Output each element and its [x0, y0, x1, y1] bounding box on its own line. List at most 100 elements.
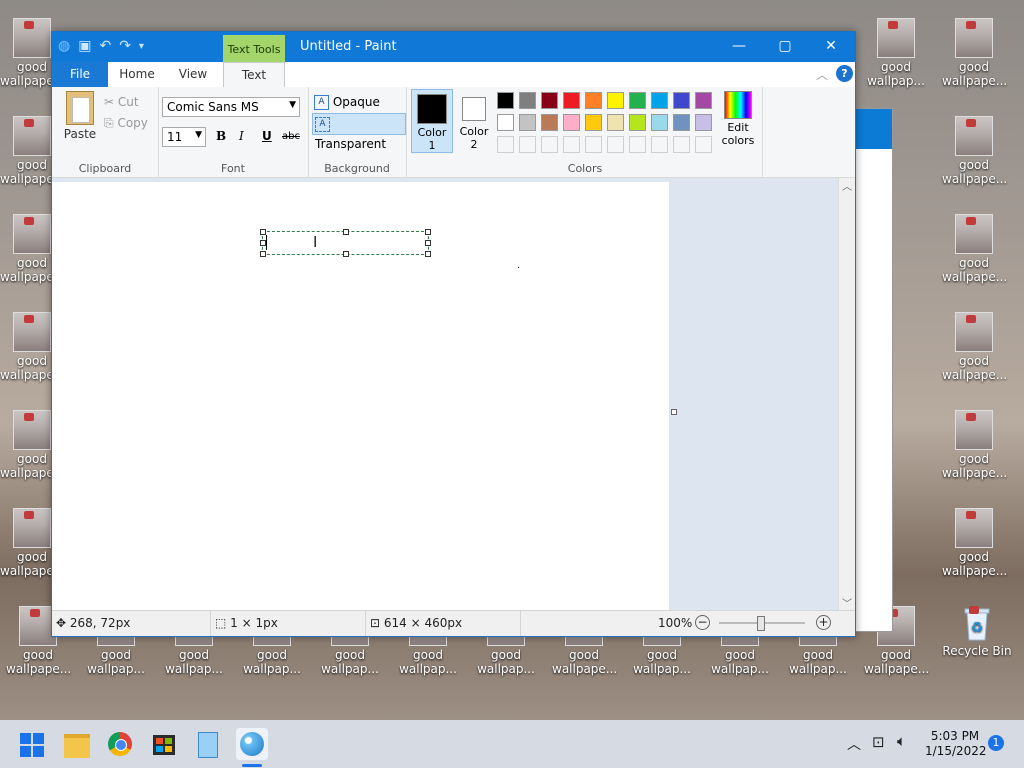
title-bar[interactable]: ◍ ▣ ↶ ↷ ▾ Text Tools Untitled - Paint — …	[52, 32, 855, 63]
help-icon[interactable]: ?	[836, 65, 853, 82]
paint-app-icon[interactable]: ◍	[58, 38, 70, 54]
transparent-option[interactable]: A Transparent	[312, 113, 406, 151]
maximize-button[interactable]: ▢	[762, 32, 808, 62]
color-swatch[interactable]	[607, 114, 624, 131]
color-swatch[interactable]	[651, 114, 668, 131]
canvas-resize-handle[interactable]	[671, 409, 677, 415]
color-swatch[interactable]	[629, 114, 646, 131]
italic-button[interactable]: I	[239, 129, 244, 143]
color-swatch[interactable]	[695, 114, 712, 131]
chrome-taskbar-icon[interactable]	[104, 728, 136, 760]
clipboard-group: Paste ✂ Cut ⎘ Copy Clipboard	[52, 87, 159, 177]
zoom-out-button[interactable]: −	[695, 615, 710, 630]
color-swatch[interactable]	[541, 92, 558, 109]
desktop-icon-wallpaper[interactable]: good wallpape...	[942, 108, 1007, 194]
text-tools-context-label: Text Tools	[223, 35, 285, 63]
font-family-select[interactable]: Comic Sans MS ▼	[162, 97, 300, 117]
custom-color-slot[interactable]	[629, 136, 646, 153]
tab-view[interactable]: View	[166, 62, 220, 87]
transparent-icon: A	[315, 117, 330, 132]
minimize-button[interactable]: —	[716, 32, 762, 62]
edit-colors-button[interactable]: Edit colors	[716, 91, 760, 147]
copy-button[interactable]: ⎘ Copy	[104, 116, 148, 131]
color-swatch[interactable]	[629, 92, 646, 109]
chevron-up-icon[interactable]: ︿	[847, 734, 861, 754]
store-bag-icon	[153, 735, 175, 755]
scroll-down-icon[interactable]: ﹀	[839, 595, 855, 610]
bold-button[interactable]: B	[216, 129, 226, 143]
image-icon	[13, 18, 51, 58]
background-window[interactable]	[855, 108, 893, 632]
color2-button[interactable]: Color 2	[454, 89, 494, 151]
color-swatch[interactable]	[497, 114, 514, 131]
network-icon[interactable]: ⊡	[872, 733, 885, 751]
font-size-select[interactable]: 11 ▼	[162, 127, 206, 147]
desktop-icon-wallpaper[interactable]: good wallpap...	[864, 10, 928, 96]
clipboard-icon	[66, 91, 94, 125]
color-swatch[interactable]	[673, 114, 690, 131]
custom-color-slot[interactable]	[673, 136, 690, 153]
color-swatch[interactable]	[651, 92, 668, 109]
desktop-icon-wallpaper[interactable]: good wallpape...	[942, 304, 1007, 390]
color-swatch[interactable]	[519, 92, 536, 109]
zoom-slider-thumb[interactable]	[757, 616, 765, 631]
tab-home[interactable]: Home	[110, 62, 164, 87]
zoom-slider[interactable]	[719, 616, 805, 631]
undo-icon[interactable]: ↶	[99, 38, 111, 54]
color1-button[interactable]: Color 1	[411, 89, 453, 153]
color-swatch[interactable]	[607, 92, 624, 109]
color-swatch[interactable]	[541, 114, 558, 131]
color-swatch[interactable]	[585, 114, 602, 131]
paste-button[interactable]: Paste	[62, 91, 98, 141]
customize-qat-icon[interactable]: ▾	[139, 41, 144, 52]
color-swatch[interactable]	[673, 92, 690, 109]
color-swatch[interactable]	[563, 114, 580, 131]
save-icon[interactable]: ▣	[78, 38, 91, 54]
redo-icon[interactable]: ↷	[119, 38, 131, 54]
zoom-in-button[interactable]: +	[816, 615, 831, 630]
desktop-icon-wallpaper[interactable]: good wallpape...	[942, 500, 1007, 586]
notification-badge[interactable]: 1	[988, 735, 1004, 751]
active-app-indicator	[242, 764, 262, 767]
custom-color-slot[interactable]	[497, 136, 514, 153]
scroll-up-icon[interactable]: ︿	[839, 178, 855, 193]
store-taskbar-icon[interactable]	[148, 728, 180, 760]
notepad-taskbar-icon[interactable]	[192, 728, 224, 760]
custom-color-slot[interactable]	[519, 136, 536, 153]
underline-button[interactable]: U	[262, 129, 272, 143]
file-explorer-taskbar-icon[interactable]	[61, 728, 93, 760]
clock[interactable]: 5:03 PM 1/15/2022	[925, 729, 987, 759]
volume-icon[interactable]: 🔈︎	[897, 732, 906, 750]
paint-taskbar-icon[interactable]	[236, 728, 268, 760]
color-swatch[interactable]	[563, 92, 580, 109]
custom-color-slot[interactable]	[651, 136, 668, 153]
text-box[interactable]: I	[260, 229, 431, 257]
cut-button[interactable]: ✂ Cut	[104, 95, 139, 109]
image-size-icon: ⊡	[370, 616, 381, 630]
desktop-icon-recycle-bin[interactable]: ♻ Recycle Bin	[942, 596, 1012, 682]
start-button[interactable]	[16, 728, 48, 760]
opaque-option[interactable]: A Opaque	[314, 93, 380, 111]
custom-color-slot[interactable]	[607, 136, 624, 153]
color-swatch[interactable]	[585, 92, 602, 109]
paint-palette-icon	[240, 732, 264, 756]
clock-time: 5:03 PM	[930, 729, 980, 743]
strikethrough-button[interactable]: abc	[282, 131, 300, 142]
custom-color-slot[interactable]	[585, 136, 602, 153]
color-swatch[interactable]	[497, 92, 514, 109]
custom-color-slot[interactable]	[541, 136, 558, 153]
vertical-scrollbar[interactable]: ︿ ﹀	[838, 178, 855, 610]
image-icon	[955, 508, 993, 548]
tab-file[interactable]: File	[52, 62, 108, 87]
close-button[interactable]: ✕	[808, 32, 854, 62]
desktop-icon-wallpaper[interactable]: good wallpape...	[942, 10, 1007, 96]
color-swatch[interactable]	[695, 92, 712, 109]
custom-color-slot[interactable]	[563, 136, 580, 153]
drawing-canvas[interactable]: I	[52, 182, 669, 612]
color-swatch[interactable]	[519, 114, 536, 131]
desktop-icon-wallpaper[interactable]: good wallpape...	[942, 402, 1007, 488]
desktop-icon-wallpaper[interactable]: good wallpape...	[942, 206, 1007, 292]
tab-text[interactable]: Text	[223, 62, 285, 89]
collapse-ribbon-icon[interactable]: ︿	[816, 66, 828, 83]
custom-color-slot[interactable]	[695, 136, 712, 153]
